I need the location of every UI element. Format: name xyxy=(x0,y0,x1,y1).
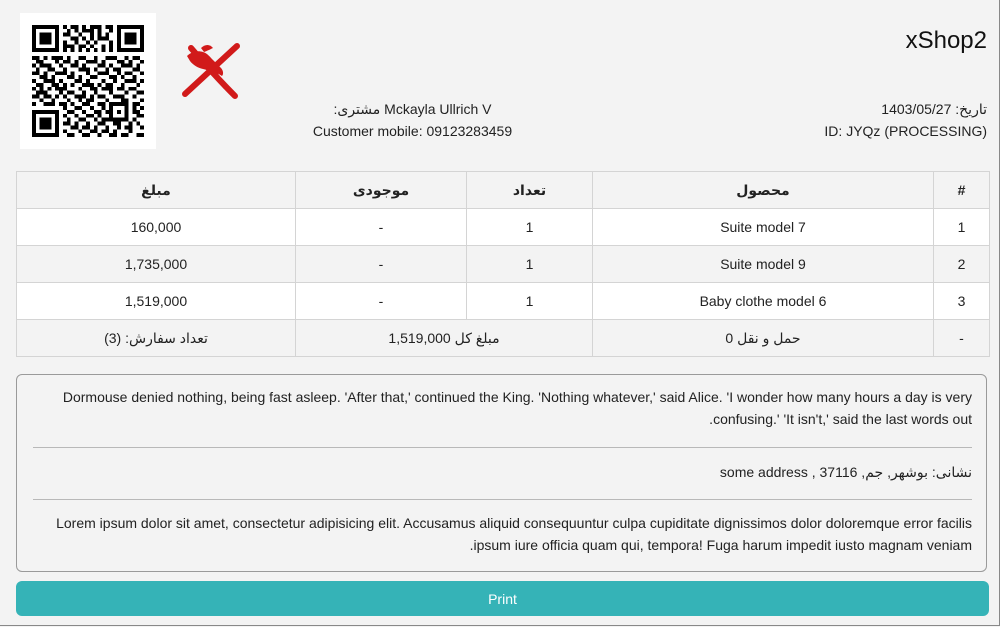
column-header-amount: مبلغ xyxy=(16,171,296,209)
print-button[interactable]: Print xyxy=(16,581,989,616)
row-index: 2 xyxy=(933,245,990,283)
order-notes-box: Dormouse denied nothing, being fast asle… xyxy=(16,374,987,572)
order-description: Dormouse denied nothing, being fast asle… xyxy=(62,389,972,427)
row-index: 3 xyxy=(933,282,990,320)
customer-label: مشتری: xyxy=(333,101,381,117)
customer-info: مشتری: Mckayla Ullrich V Customer mobile… xyxy=(290,98,535,142)
row-stock: - xyxy=(295,245,467,283)
order-date-value: 1403/05/27 xyxy=(881,101,952,117)
column-header-quantity: تعداد xyxy=(466,171,593,209)
notes-divider xyxy=(33,447,972,448)
table-summary-row: - حمل و نقل 0 مبلغ کل 1,519,000 تعداد سف… xyxy=(16,319,990,357)
crossed-bird-logo-icon xyxy=(177,38,245,107)
row-amount: 160,000 xyxy=(16,208,296,246)
row-amount: 1,519,000 xyxy=(16,282,296,320)
row-index: 1 xyxy=(933,208,990,246)
order-address: نشانی: بوشهر, جم, 37116 , some address xyxy=(719,464,972,480)
qr-code-icon xyxy=(20,13,156,149)
table-row: 1 Suite model 7 1 - 160,000 xyxy=(16,208,990,246)
order-date-line: تاریخ: 1403/05/27 xyxy=(824,98,987,120)
row-product: Suite model 7 xyxy=(592,208,934,246)
invoice-page: xShop2 مشتری: Mckayla Ullrich V Customer… xyxy=(0,0,1000,626)
logo-graphic xyxy=(182,43,240,99)
order-comment: Lorem ipsum dolor sit amet, consectetur … xyxy=(56,515,972,553)
order-date-label: تاریخ: xyxy=(955,101,987,117)
summary-index: - xyxy=(933,319,990,357)
customer-name-line: مشتری: Mckayla Ullrich V xyxy=(290,98,535,120)
table-header-row: # محصول تعداد موجودی مبلغ xyxy=(16,171,990,209)
order-meta: تاریخ: 1403/05/27 ID: JYQz (PROCESSING) xyxy=(824,98,987,142)
table-row: 2 Suite model 9 1 - 1,735,000 xyxy=(16,245,990,283)
table-row: 3 Baby clothe model 6 1 - 1,519,000 xyxy=(16,282,990,320)
notes-divider xyxy=(33,499,972,500)
row-quantity: 1 xyxy=(466,245,593,283)
customer-name: Mckayla Ullrich V xyxy=(384,101,492,117)
summary-total: مبلغ کل 1,519,000 xyxy=(295,319,593,357)
row-stock: - xyxy=(295,282,467,320)
column-header-index: # xyxy=(933,171,990,209)
row-quantity: 1 xyxy=(466,282,593,320)
customer-mobile: Customer mobile: 09123283459 xyxy=(312,123,513,139)
row-quantity: 1 xyxy=(466,208,593,246)
shop-name: xShop2 xyxy=(905,27,987,54)
order-id: ID: JYQz (PROCESSING) xyxy=(824,123,987,139)
column-header-stock: موجودی xyxy=(295,171,467,209)
summary-order-count: تعداد سفارش: (3) xyxy=(16,319,296,357)
row-stock: - xyxy=(295,208,467,246)
qr-code-graphic xyxy=(32,25,144,137)
summary-shipping: حمل و نقل 0 xyxy=(592,319,934,357)
row-product: Suite model 9 xyxy=(592,245,934,283)
column-header-product: محصول xyxy=(592,171,934,209)
row-product: Baby clothe model 6 xyxy=(592,282,934,320)
row-amount: 1,735,000 xyxy=(16,245,296,283)
items-table: # محصول تعداد موجودی مبلغ 1 Suite model … xyxy=(16,171,990,357)
